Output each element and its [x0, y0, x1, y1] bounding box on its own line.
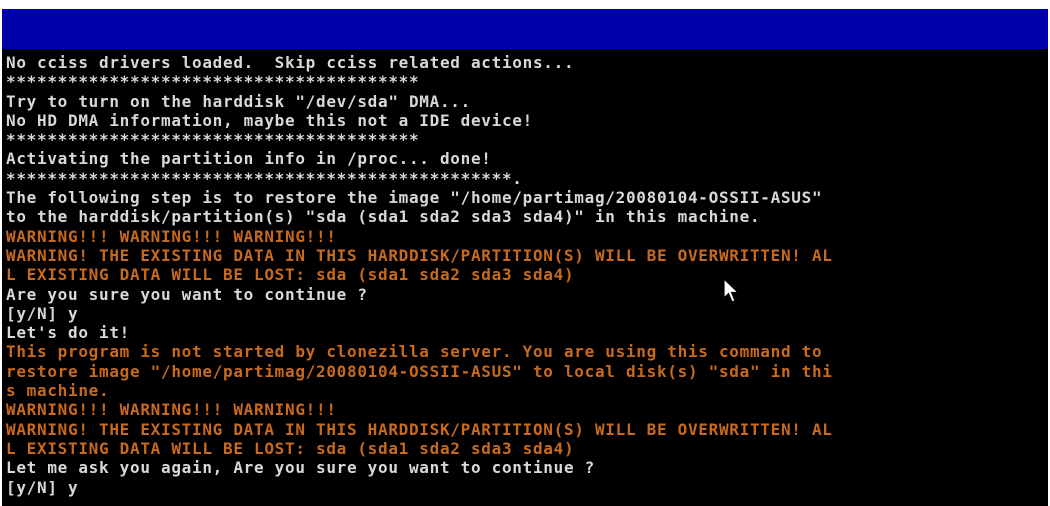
console-line: The following step is to restore the ima… — [6, 188, 823, 208]
console-output: No cciss drivers loaded. Skip cciss rela… — [6, 53, 1048, 497]
console-line: to the harddisk/partition(s) "sda (sda1 … — [6, 207, 761, 227]
header-bar — [2, 9, 1048, 49]
console-line: [y/N] y — [6, 477, 79, 497]
console-line: Activating the partition info in /proc..… — [6, 149, 492, 169]
console-line: L EXISTING DATA WILL BE LOST: sda (sda1 … — [6, 438, 575, 458]
console-line: Are you sure you want to continue ? — [6, 284, 368, 304]
console-line: Let me ask you again, Are you sure you w… — [6, 458, 595, 478]
console-line: s machine. — [6, 381, 110, 401]
console-line: **************************************** — [6, 72, 420, 92]
console-line: WARNING! THE EXISTING DATA IN THIS HARDD… — [6, 419, 833, 439]
console-line: WARNING!!! WARNING!!! WARNING!!! — [6, 226, 337, 246]
console-line: restore image "/home/partimag/20080104-O… — [6, 361, 833, 381]
mouse-pointer-icon — [723, 278, 740, 303]
console-line: ****************************************… — [6, 168, 523, 188]
console-line: No HD DMA information, maybe this not a … — [6, 110, 533, 130]
console-line: **************************************** — [6, 130, 420, 150]
console-line: No cciss drivers loaded. Skip cciss rela… — [6, 53, 575, 72]
terminal-screen[interactable]: No cciss drivers loaded. Skip cciss rela… — [2, 9, 1048, 506]
console-line: [y/N] y — [6, 303, 79, 323]
console-line: This program is not started by clonezill… — [6, 342, 823, 362]
console-line: L EXISTING DATA WILL BE LOST: sda (sda1 … — [6, 265, 575, 285]
console-line: WARNING! THE EXISTING DATA IN THIS HARDD… — [6, 245, 833, 265]
console-line: WARNING!!! WARNING!!! WARNING!!! — [6, 400, 337, 420]
console-line: Let's do it! — [6, 323, 130, 343]
console-line: Try to turn on the harddisk "/dev/sda" D… — [6, 91, 471, 111]
